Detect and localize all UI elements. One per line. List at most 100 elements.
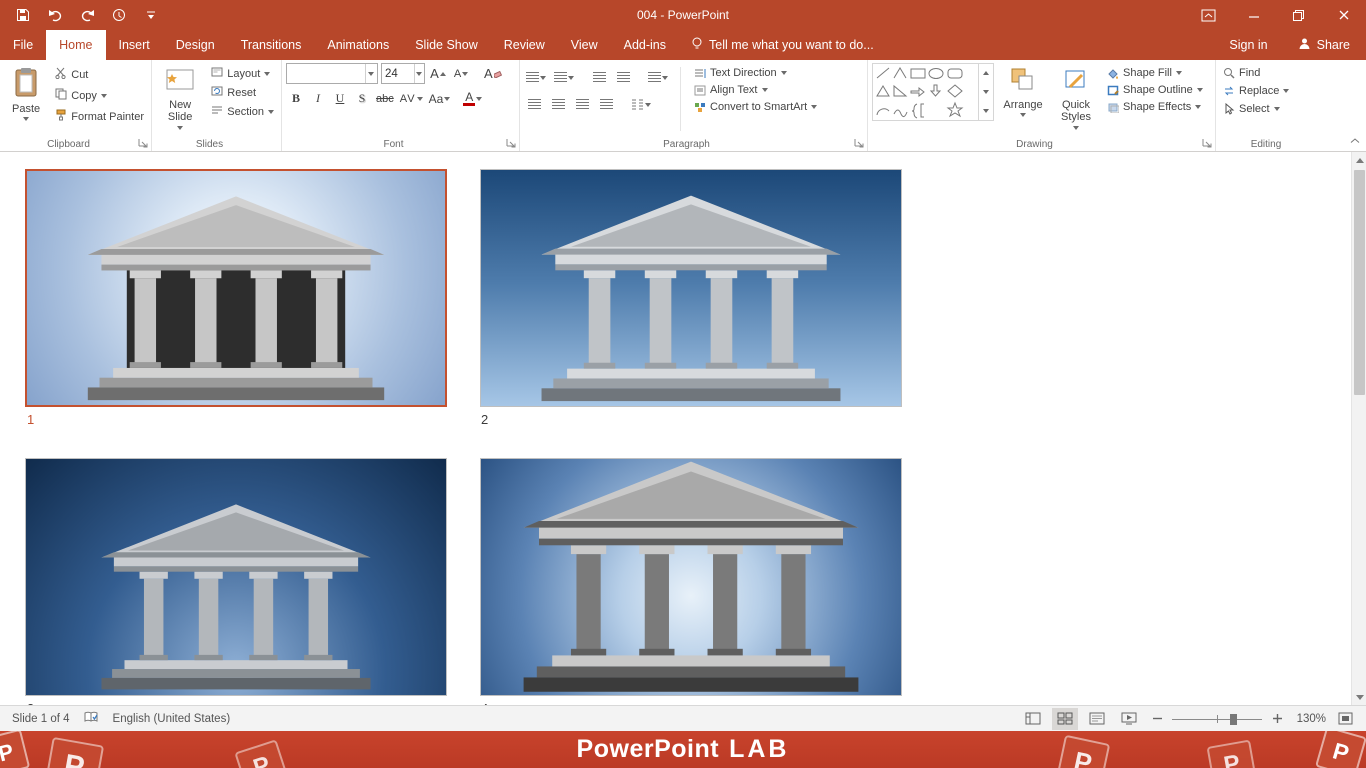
ribbon-display-options-icon[interactable] <box>1186 0 1231 30</box>
copy-button[interactable]: Copy <box>52 86 147 105</box>
font-dialog-launcher-icon[interactable] <box>505 137 517 149</box>
font-color-button[interactable]: A <box>461 88 484 109</box>
scrollbar-thumb[interactable] <box>1354 170 1365 395</box>
zoom-in-icon[interactable] <box>1268 708 1286 730</box>
copy-dropdown-caret[interactable] <box>100 93 107 98</box>
font-size-input[interactable] <box>382 64 414 83</box>
slide-indicator[interactable]: Slide 1 of 4 <box>12 713 70 725</box>
zoom-slider[interactable] <box>1172 712 1262 726</box>
tab-insert[interactable]: Insert <box>106 30 163 60</box>
slide-show-icon[interactable] <box>1116 708 1142 730</box>
paragraph-dialog-launcher-icon[interactable] <box>853 137 865 149</box>
gallery-down-icon[interactable] <box>979 83 993 102</box>
scroll-up-icon[interactable] <box>1352 152 1366 168</box>
zoom-percentage[interactable]: 130% <box>1292 713 1326 725</box>
gallery-up-icon[interactable] <box>979 64 993 83</box>
line-spacing-button[interactable] <box>646 67 670 88</box>
numbering-button[interactable] <box>552 67 576 88</box>
character-spacing-button[interactable]: AV <box>398 88 425 109</box>
collapse-ribbon-icon[interactable] <box>1350 133 1360 147</box>
grow-font-button[interactable]: A <box>428 63 448 84</box>
new-slide-button[interactable]: New Slide <box>156 63 204 135</box>
decrease-indent-button[interactable] <box>589 67 609 88</box>
zoom-out-icon[interactable] <box>1148 708 1166 730</box>
close-button[interactable] <box>1321 0 1366 30</box>
bold-button[interactable]: B <box>286 88 306 109</box>
tab-review[interactable]: Review <box>491 30 558 60</box>
reading-view-icon[interactable] <box>1084 708 1110 730</box>
align-center-button[interactable] <box>548 94 568 115</box>
tab-slide-show[interactable]: Slide Show <box>402 30 491 60</box>
find-button[interactable]: Find <box>1220 66 1292 80</box>
tab-add-ins[interactable]: Add-ins <box>611 30 679 60</box>
strikethrough-button[interactable]: abc <box>374 88 396 109</box>
shape-outline-button[interactable]: Shape Outline <box>1104 83 1206 97</box>
paste-dropdown-caret[interactable] <box>23 117 30 122</box>
change-case-button[interactable]: Aa <box>427 88 453 109</box>
new-slide-dropdown-caret[interactable] <box>177 125 184 130</box>
touch-mode-icon[interactable] <box>110 6 128 24</box>
spellcheck-icon[interactable] <box>84 711 99 727</box>
tab-home[interactable]: Home <box>46 30 106 60</box>
font-size-dropdown[interactable] <box>413 64 424 83</box>
tab-view[interactable]: View <box>558 30 611 60</box>
increase-indent-button[interactable] <box>613 67 633 88</box>
align-text-button[interactable]: Align Text <box>691 83 820 97</box>
slide-thumbnail-4[interactable] <box>480 458 902 696</box>
normal-view-icon[interactable] <box>1020 708 1046 730</box>
section-button[interactable]: Section <box>208 103 277 120</box>
language-indicator[interactable]: English (United States) <box>113 713 231 725</box>
gallery-more-icon[interactable] <box>979 101 993 120</box>
underline-button[interactable]: U <box>330 88 350 109</box>
sign-in-button[interactable]: Sign in <box>1215 30 1281 60</box>
font-name-input[interactable] <box>287 64 365 83</box>
restore-button[interactable] <box>1276 0 1321 30</box>
paste-button[interactable]: Paste <box>4 63 48 135</box>
drawing-dialog-launcher-icon[interactable] <box>1201 137 1213 149</box>
bullets-button[interactable] <box>524 67 548 88</box>
font-size-combo[interactable] <box>381 63 425 84</box>
align-right-button[interactable] <box>572 94 592 115</box>
reset-button[interactable]: Reset <box>208 84 277 101</box>
vertical-scrollbar[interactable] <box>1351 152 1366 705</box>
convert-to-smartart-button[interactable]: Convert to SmartArt <box>691 100 820 114</box>
font-name-combo[interactable] <box>286 63 378 84</box>
replace-button[interactable]: Replace <box>1220 84 1292 98</box>
undo-icon[interactable] <box>46 6 64 24</box>
justify-button[interactable] <box>596 94 616 115</box>
zoom-slider-thumb[interactable] <box>1230 713 1237 725</box>
layout-button[interactable]: Layout <box>208 65 277 82</box>
slide-thumbnail-2[interactable] <box>480 169 902 407</box>
section-dropdown-caret[interactable] <box>268 109 274 114</box>
slide-thumbnail-1[interactable] <box>25 169 447 407</box>
layout-dropdown-caret[interactable] <box>264 71 271 76</box>
slide-thumbnail-3[interactable] <box>25 458 447 696</box>
align-left-button[interactable] <box>524 94 544 115</box>
redo-icon[interactable] <box>78 6 96 24</box>
slide-sorter-view-icon[interactable] <box>1052 707 1078 730</box>
share-button[interactable]: Share <box>1282 30 1366 60</box>
tell-me-box[interactable]: Tell me what you want to do... <box>679 30 886 60</box>
format-painter-button[interactable]: Format Painter <box>52 107 147 126</box>
shape-fill-button[interactable]: Shape Fill <box>1104 66 1206 80</box>
italic-button[interactable]: I <box>308 88 328 109</box>
text-direction-button[interactable]: Text Direction <box>691 66 820 80</box>
clear-formatting-button[interactable]: A <box>482 63 504 84</box>
tab-file[interactable]: File <box>0 30 46 60</box>
tab-design[interactable]: Design <box>163 30 228 60</box>
shape-gallery[interactable] <box>872 63 994 121</box>
minimize-button[interactable] <box>1231 0 1276 30</box>
arrange-button[interactable]: Arrange <box>998 63 1048 135</box>
text-shadow-button[interactable]: S <box>352 88 372 109</box>
select-button[interactable]: Select <box>1220 102 1292 116</box>
fit-slide-to-window-icon[interactable] <box>1332 708 1358 730</box>
cut-button[interactable]: Cut <box>52 65 147 84</box>
shrink-font-button[interactable]: A <box>451 63 471 84</box>
customize-qat-icon[interactable] <box>142 6 160 24</box>
tab-animations[interactable]: Animations <box>314 30 402 60</box>
tab-transitions[interactable]: Transitions <box>228 30 315 60</box>
scroll-down-icon[interactable] <box>1352 689 1366 705</box>
shape-effects-button[interactable]: Shape Effects <box>1104 100 1206 114</box>
clipboard-dialog-launcher-icon[interactable] <box>137 137 149 149</box>
quick-styles-button[interactable]: Quick Styles <box>1052 63 1100 135</box>
